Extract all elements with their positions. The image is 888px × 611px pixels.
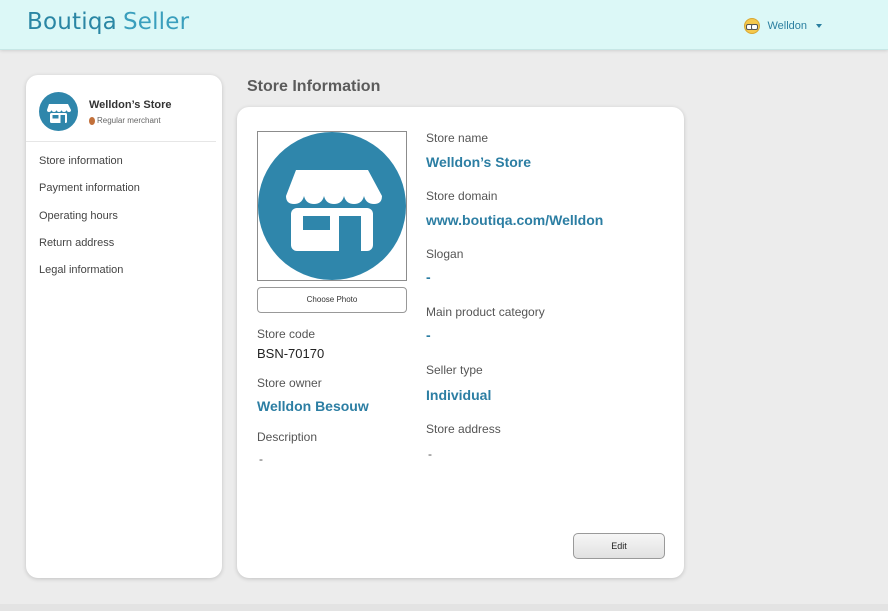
- page-title: Store Information: [247, 78, 381, 95]
- seller-type-value: Individual: [426, 387, 492, 403]
- brand-logo[interactable]: Boutiqa Seller: [27, 9, 189, 35]
- store-owner-label: Store owner: [257, 376, 322, 390]
- sidebar-item-legal-information[interactable]: Legal information: [39, 262, 140, 289]
- merchant-level: Regular merchant: [89, 116, 161, 125]
- store-info-card: Choose Photo Store code BSN-70170 Store …: [237, 107, 684, 578]
- category-label: Main product category: [426, 305, 545, 319]
- store-domain-value: www.boutiqa.com/Welldon: [426, 212, 604, 228]
- user-menu[interactable]: Welldon: [744, 18, 822, 34]
- sidebar: Welldon’s Store Regular merchant Store i…: [26, 75, 222, 578]
- store-domain-label: Store domain: [426, 189, 498, 203]
- medal-icon: [89, 116, 95, 125]
- sidebar-item-return-address[interactable]: Return address: [39, 235, 140, 262]
- merchant-level-label: Regular merchant: [97, 116, 161, 125]
- store-name-value: Welldon’s Store: [426, 154, 532, 170]
- description-label: Description: [257, 430, 318, 444]
- slogan-label: Slogan: [426, 247, 464, 261]
- store-photo-icon: [258, 132, 406, 280]
- divider: [26, 141, 216, 142]
- user-name: Welldon: [767, 20, 807, 32]
- sidebar-item-payment-information[interactable]: Payment information: [39, 180, 140, 207]
- store-photo: [257, 131, 407, 281]
- brand-secondary: Seller: [122, 9, 190, 35]
- brand-primary: Boutiqa: [27, 9, 117, 35]
- store-code-value: BSN-70170: [257, 346, 325, 361]
- sidebar-nav: Store information Payment information Op…: [39, 153, 140, 289]
- sidebar-item-store-information[interactable]: Store information: [39, 153, 140, 180]
- store-name-label: Store name: [426, 131, 489, 145]
- seller-type-label: Seller type: [426, 363, 483, 377]
- description-value: -: [259, 452, 263, 466]
- nerd-face-icon: [744, 18, 761, 34]
- store-address-value: -: [428, 447, 432, 461]
- sidebar-store-name: Welldon’s Store: [89, 99, 172, 111]
- store-icon: [39, 92, 78, 131]
- choose-photo-button[interactable]: Choose Photo: [257, 287, 407, 313]
- sidebar-item-operating-hours[interactable]: Operating hours: [39, 208, 140, 235]
- edit-button[interactable]: Edit: [573, 533, 665, 559]
- chevron-down-icon: [816, 24, 822, 28]
- category-value: -: [426, 327, 431, 343]
- top-navigation-bar: Boutiqa Seller Welldon: [0, 0, 888, 50]
- store-address-label: Store address: [426, 422, 501, 436]
- page-bottom-strip: [0, 604, 888, 611]
- store-owner-value: Welldon Besouw: [257, 398, 369, 414]
- store-code-label: Store code: [257, 327, 316, 341]
- slogan-value: -: [426, 269, 431, 285]
